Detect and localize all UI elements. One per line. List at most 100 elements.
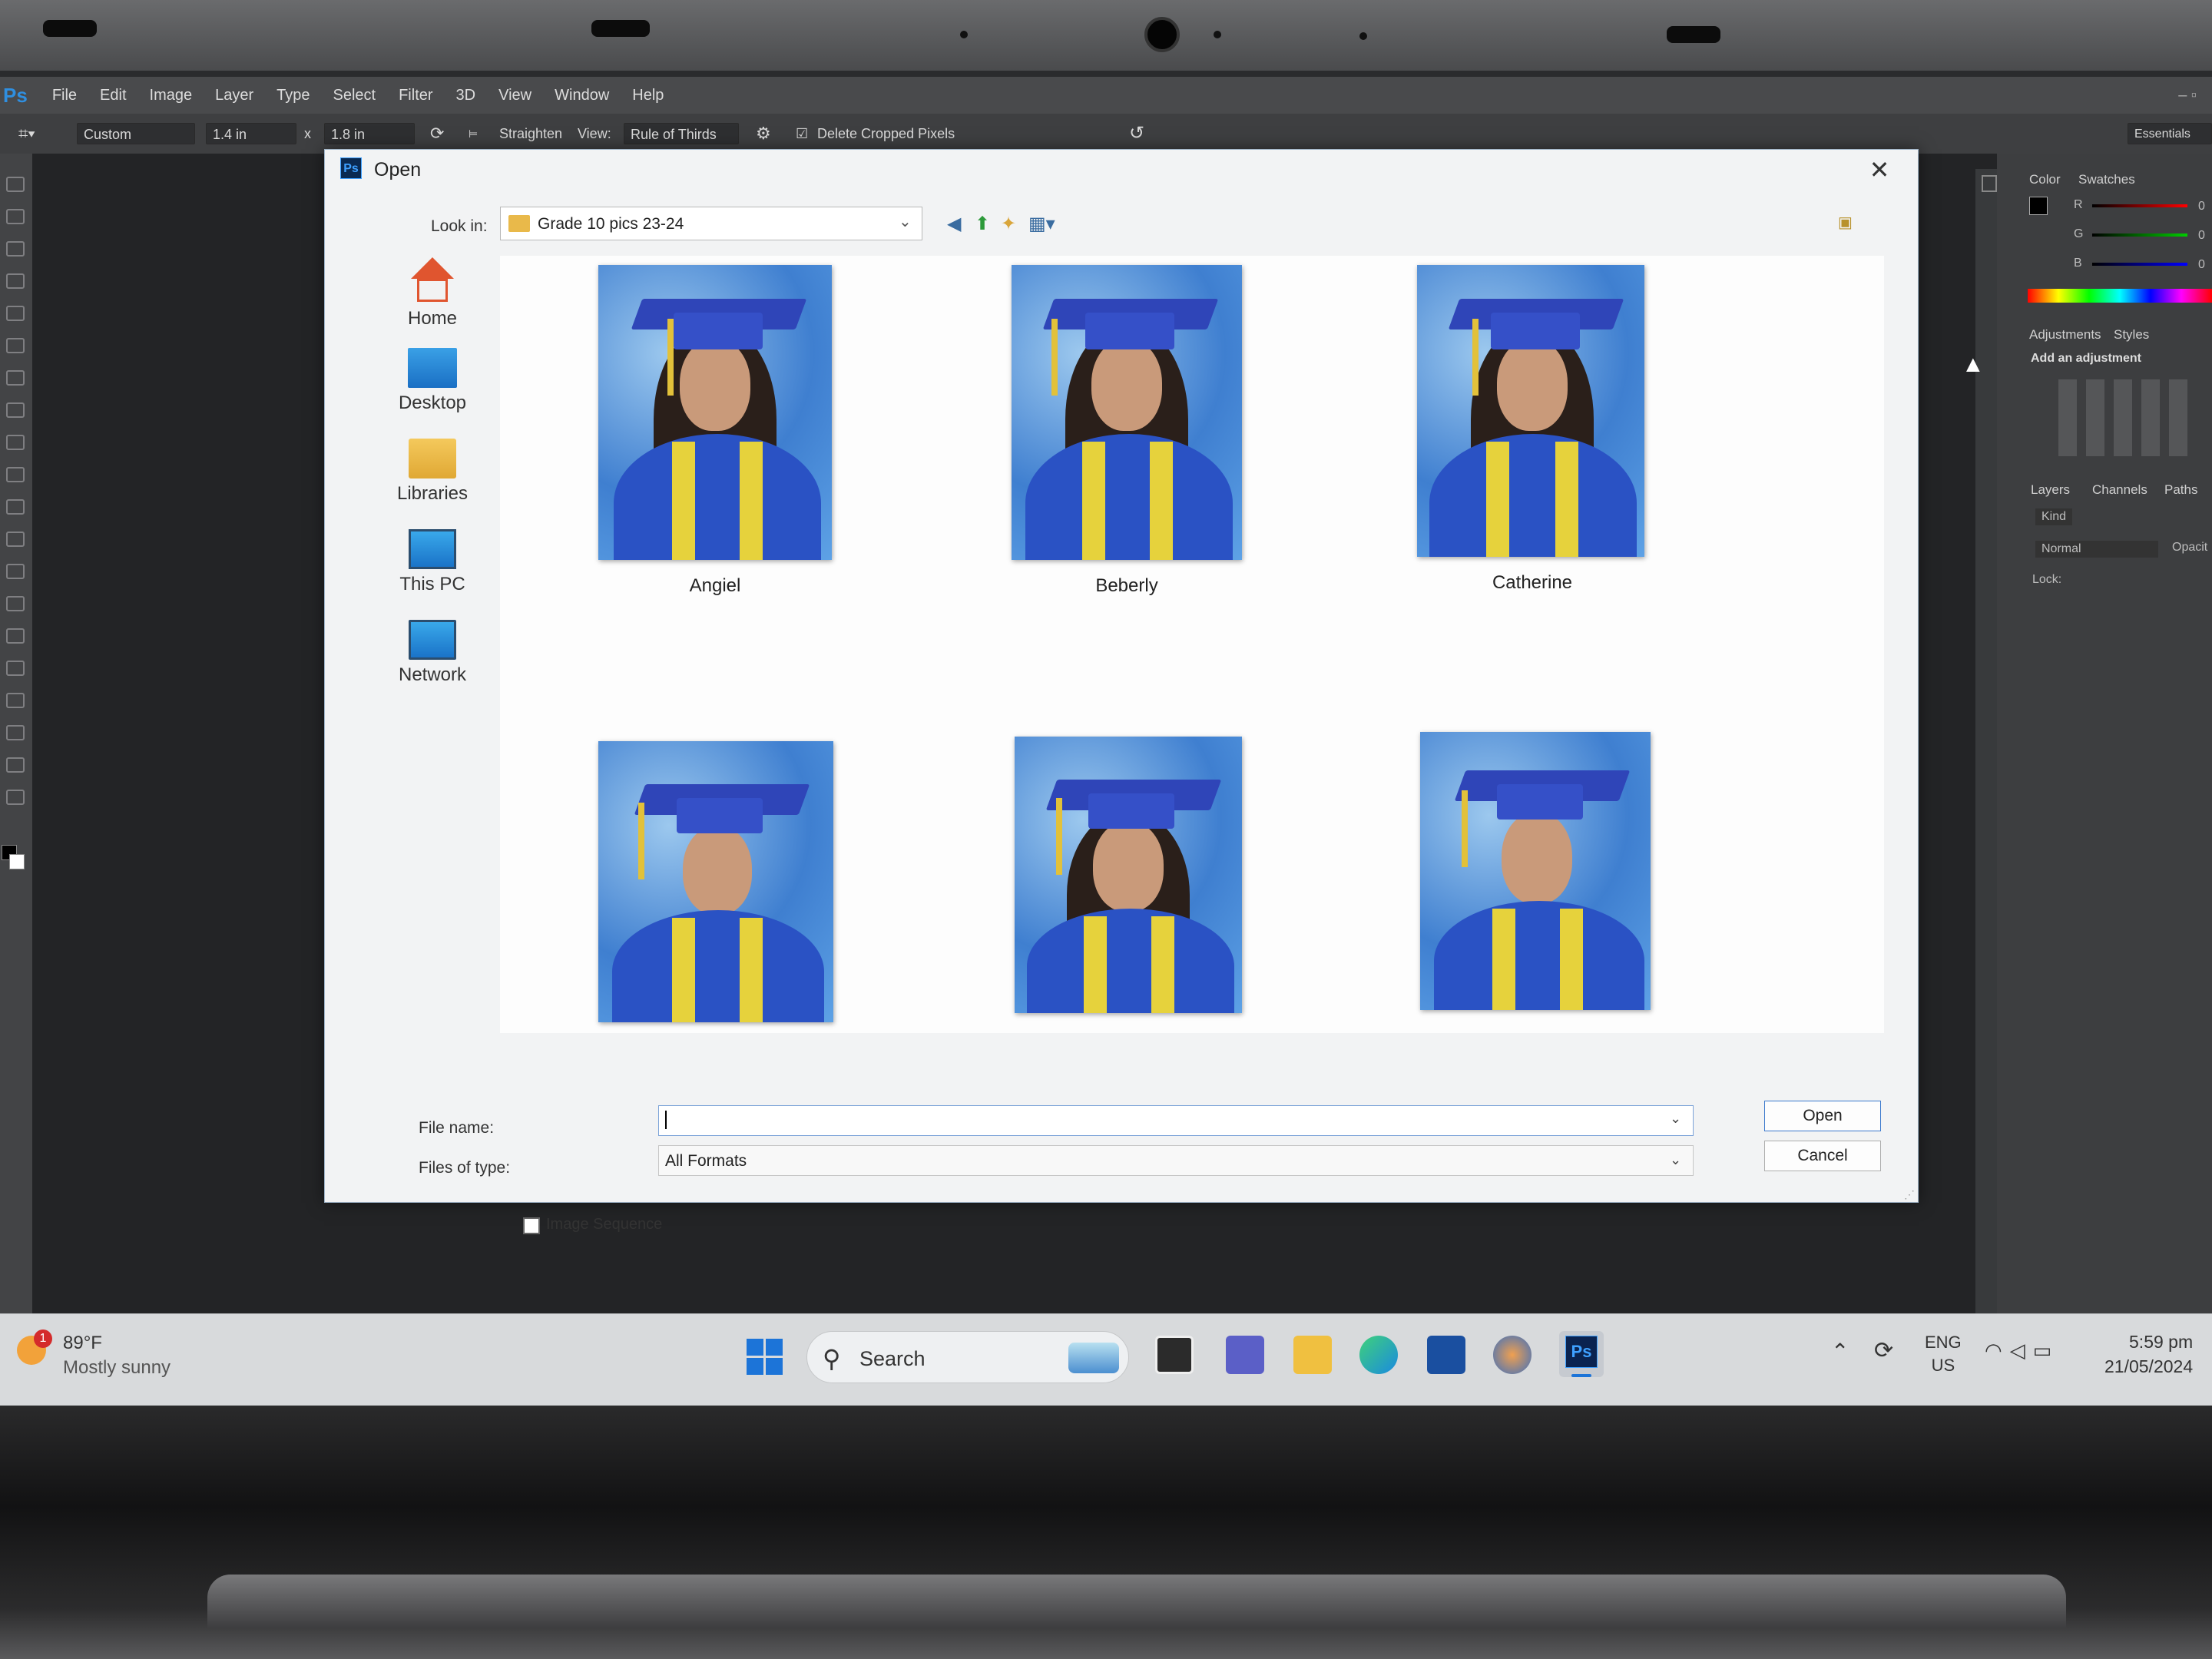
file-explorer-icon[interactable] xyxy=(1293,1336,1332,1374)
new-folder-icon[interactable]: ✦ xyxy=(1001,213,1016,235)
image-sequence-checkbox[interactable] xyxy=(523,1217,540,1234)
menu-layer[interactable]: Layer xyxy=(215,87,253,104)
tab-styles[interactable]: Styles xyxy=(2114,327,2149,343)
back-icon[interactable]: ◀ xyxy=(947,213,961,235)
crop-tool-icon[interactable] xyxy=(6,306,25,321)
layer-kind-filter[interactable]: Kind xyxy=(2035,508,2073,525)
resize-grip-icon[interactable]: ⋰ xyxy=(1904,1188,1915,1201)
menu-help[interactable]: Help xyxy=(632,87,664,104)
healing-tool-icon[interactable] xyxy=(6,370,25,386)
quick-select-tool-icon[interactable] xyxy=(6,273,25,289)
chevron-up-icon[interactable]: ⌃ xyxy=(1831,1339,1849,1364)
reset-icon[interactable]: ↺ xyxy=(1129,123,1144,144)
store-icon[interactable] xyxy=(1427,1336,1465,1374)
place-desktop[interactable]: Desktop xyxy=(356,348,509,414)
task-view-icon[interactable] xyxy=(1155,1336,1194,1374)
tab-swatches[interactable]: Swatches xyxy=(2078,172,2135,187)
file-item[interactable]: Beberly xyxy=(1004,265,1250,603)
crop-height-input[interactable]: 1.8 in xyxy=(324,123,415,144)
path-select-tool-icon[interactable] xyxy=(6,693,25,708)
blend-mode-select[interactable]: Normal xyxy=(2035,541,2158,558)
place-libraries[interactable]: Libraries xyxy=(356,439,509,505)
app-icon[interactable] xyxy=(1493,1336,1532,1374)
straighten-icon[interactable]: ⊨ xyxy=(469,123,478,144)
menu-file[interactable]: File xyxy=(52,87,77,104)
gear-icon[interactable]: ⚙ xyxy=(756,123,771,144)
file-item[interactable] xyxy=(1008,737,1254,1028)
blur-tool-icon[interactable] xyxy=(6,564,25,579)
file-list[interactable]: Angiel Beberly Catherine xyxy=(500,256,1884,1033)
dodge-tool-icon[interactable] xyxy=(6,596,25,611)
history-panel-icon[interactable] xyxy=(1982,175,1997,192)
history-brush-tool-icon[interactable] xyxy=(6,467,25,482)
crop-width-input[interactable]: 1.4 in xyxy=(206,123,296,144)
r-value[interactable]: 0 xyxy=(2198,200,2205,214)
straighten-button[interactable]: Straighten xyxy=(499,123,562,144)
eyedropper-tool-icon[interactable] xyxy=(6,338,25,353)
edge-icon[interactable] xyxy=(1359,1336,1398,1374)
tab-layers[interactable]: Layers xyxy=(2031,482,2070,498)
language-indicator[interactable]: ENG US xyxy=(1925,1331,1962,1377)
fg-color-chip[interactable] xyxy=(2029,197,2048,215)
place-network[interactable]: Network xyxy=(356,620,509,686)
place-this-pc[interactable]: This PC xyxy=(356,529,509,595)
eraser-tool-icon[interactable] xyxy=(6,499,25,515)
move-tool-icon[interactable] xyxy=(6,177,25,192)
swap-icon[interactable]: ⟳ xyxy=(430,123,444,144)
taskbar-photoshop[interactable]: Ps xyxy=(1559,1331,1604,1377)
file-item[interactable] xyxy=(592,741,838,1033)
up-folder-icon[interactable]: ⬆ xyxy=(975,213,990,235)
sync-icon[interactable]: ⟳ xyxy=(1874,1337,1893,1364)
wifi-icon[interactable]: ◠ xyxy=(1985,1339,2010,1362)
marquee-tool-icon[interactable] xyxy=(6,209,25,224)
tab-color[interactable]: Color xyxy=(2029,172,2061,187)
stamp-tool-icon[interactable] xyxy=(6,435,25,450)
taskbar-search[interactable]: ⚲ Search xyxy=(806,1331,1129,1383)
file-item[interactable] xyxy=(1414,732,1660,1031)
background-color-swatch[interactable] xyxy=(9,854,25,869)
delete-cropped-checkbox[interactable]: ☑ xyxy=(796,123,808,144)
view-menu-icon[interactable]: ▦▾ xyxy=(1028,213,1055,235)
chevron-down-icon[interactable]: ⌄ xyxy=(1670,1111,1681,1127)
color-spectrum[interactable] xyxy=(2028,289,2212,303)
menu-filter[interactable]: Filter xyxy=(399,87,432,104)
ratio-select[interactable]: Custom xyxy=(77,123,195,144)
dialog-titlebar[interactable]: Ps Open ✕ xyxy=(325,150,1918,188)
brush-tool-icon[interactable] xyxy=(6,402,25,418)
overlay-view-select[interactable]: Rule of Thirds xyxy=(624,123,739,144)
close-icon[interactable]: ✕ xyxy=(1861,154,1898,185)
place-home[interactable]: Home xyxy=(356,257,509,329)
type-tool-icon[interactable] xyxy=(6,661,25,676)
gradient-tool-icon[interactable] xyxy=(6,531,25,547)
g-slider[interactable] xyxy=(2092,233,2187,237)
menu-edit[interactable]: Edit xyxy=(100,87,126,104)
b-value[interactable]: 0 xyxy=(2198,258,2205,272)
start-button[interactable] xyxy=(747,1339,783,1376)
pen-tool-icon[interactable] xyxy=(6,628,25,644)
file-name-input[interactable]: ⌄ xyxy=(658,1105,1694,1136)
look-in-select[interactable]: Grade 10 pics 23-24 ⌄ xyxy=(500,207,922,240)
teams-icon[interactable] xyxy=(1226,1336,1264,1374)
tab-channels[interactable]: Channels xyxy=(2092,482,2147,498)
g-value[interactable]: 0 xyxy=(2198,229,2205,243)
zoom-tool-icon[interactable] xyxy=(6,790,25,805)
shape-tool-icon[interactable] xyxy=(6,725,25,740)
window-minimize-icon[interactable]: – ▫ xyxy=(2178,87,2197,104)
file-item[interactable]: Catherine xyxy=(1409,265,1655,603)
workspace-select[interactable]: Essentials xyxy=(2128,123,2212,144)
files-of-type-select[interactable]: All Formats ⌄ xyxy=(658,1145,1694,1176)
volume-icon[interactable]: ◁ xyxy=(2010,1339,2033,1362)
weather-temp[interactable]: 89°F xyxy=(63,1333,102,1354)
lasso-tool-icon[interactable] xyxy=(6,241,25,257)
menu-type[interactable]: Type xyxy=(276,87,310,104)
weather-desc[interactable]: Mostly sunny xyxy=(63,1357,171,1379)
tab-paths[interactable]: Paths xyxy=(2164,482,2197,498)
adjustment-icons[interactable] xyxy=(2058,379,2197,456)
cancel-button[interactable]: Cancel xyxy=(1764,1141,1881,1171)
crop-tool-icon[interactable]: ⌗▾ xyxy=(18,123,35,144)
menu-window[interactable]: Window xyxy=(555,87,609,104)
r-slider[interactable] xyxy=(2092,204,2187,207)
menu-image[interactable]: Image xyxy=(150,87,193,104)
tab-adjustments[interactable]: Adjustments xyxy=(2029,327,2101,343)
system-tray[interactable]: ◠◁▭ xyxy=(1985,1339,2059,1363)
